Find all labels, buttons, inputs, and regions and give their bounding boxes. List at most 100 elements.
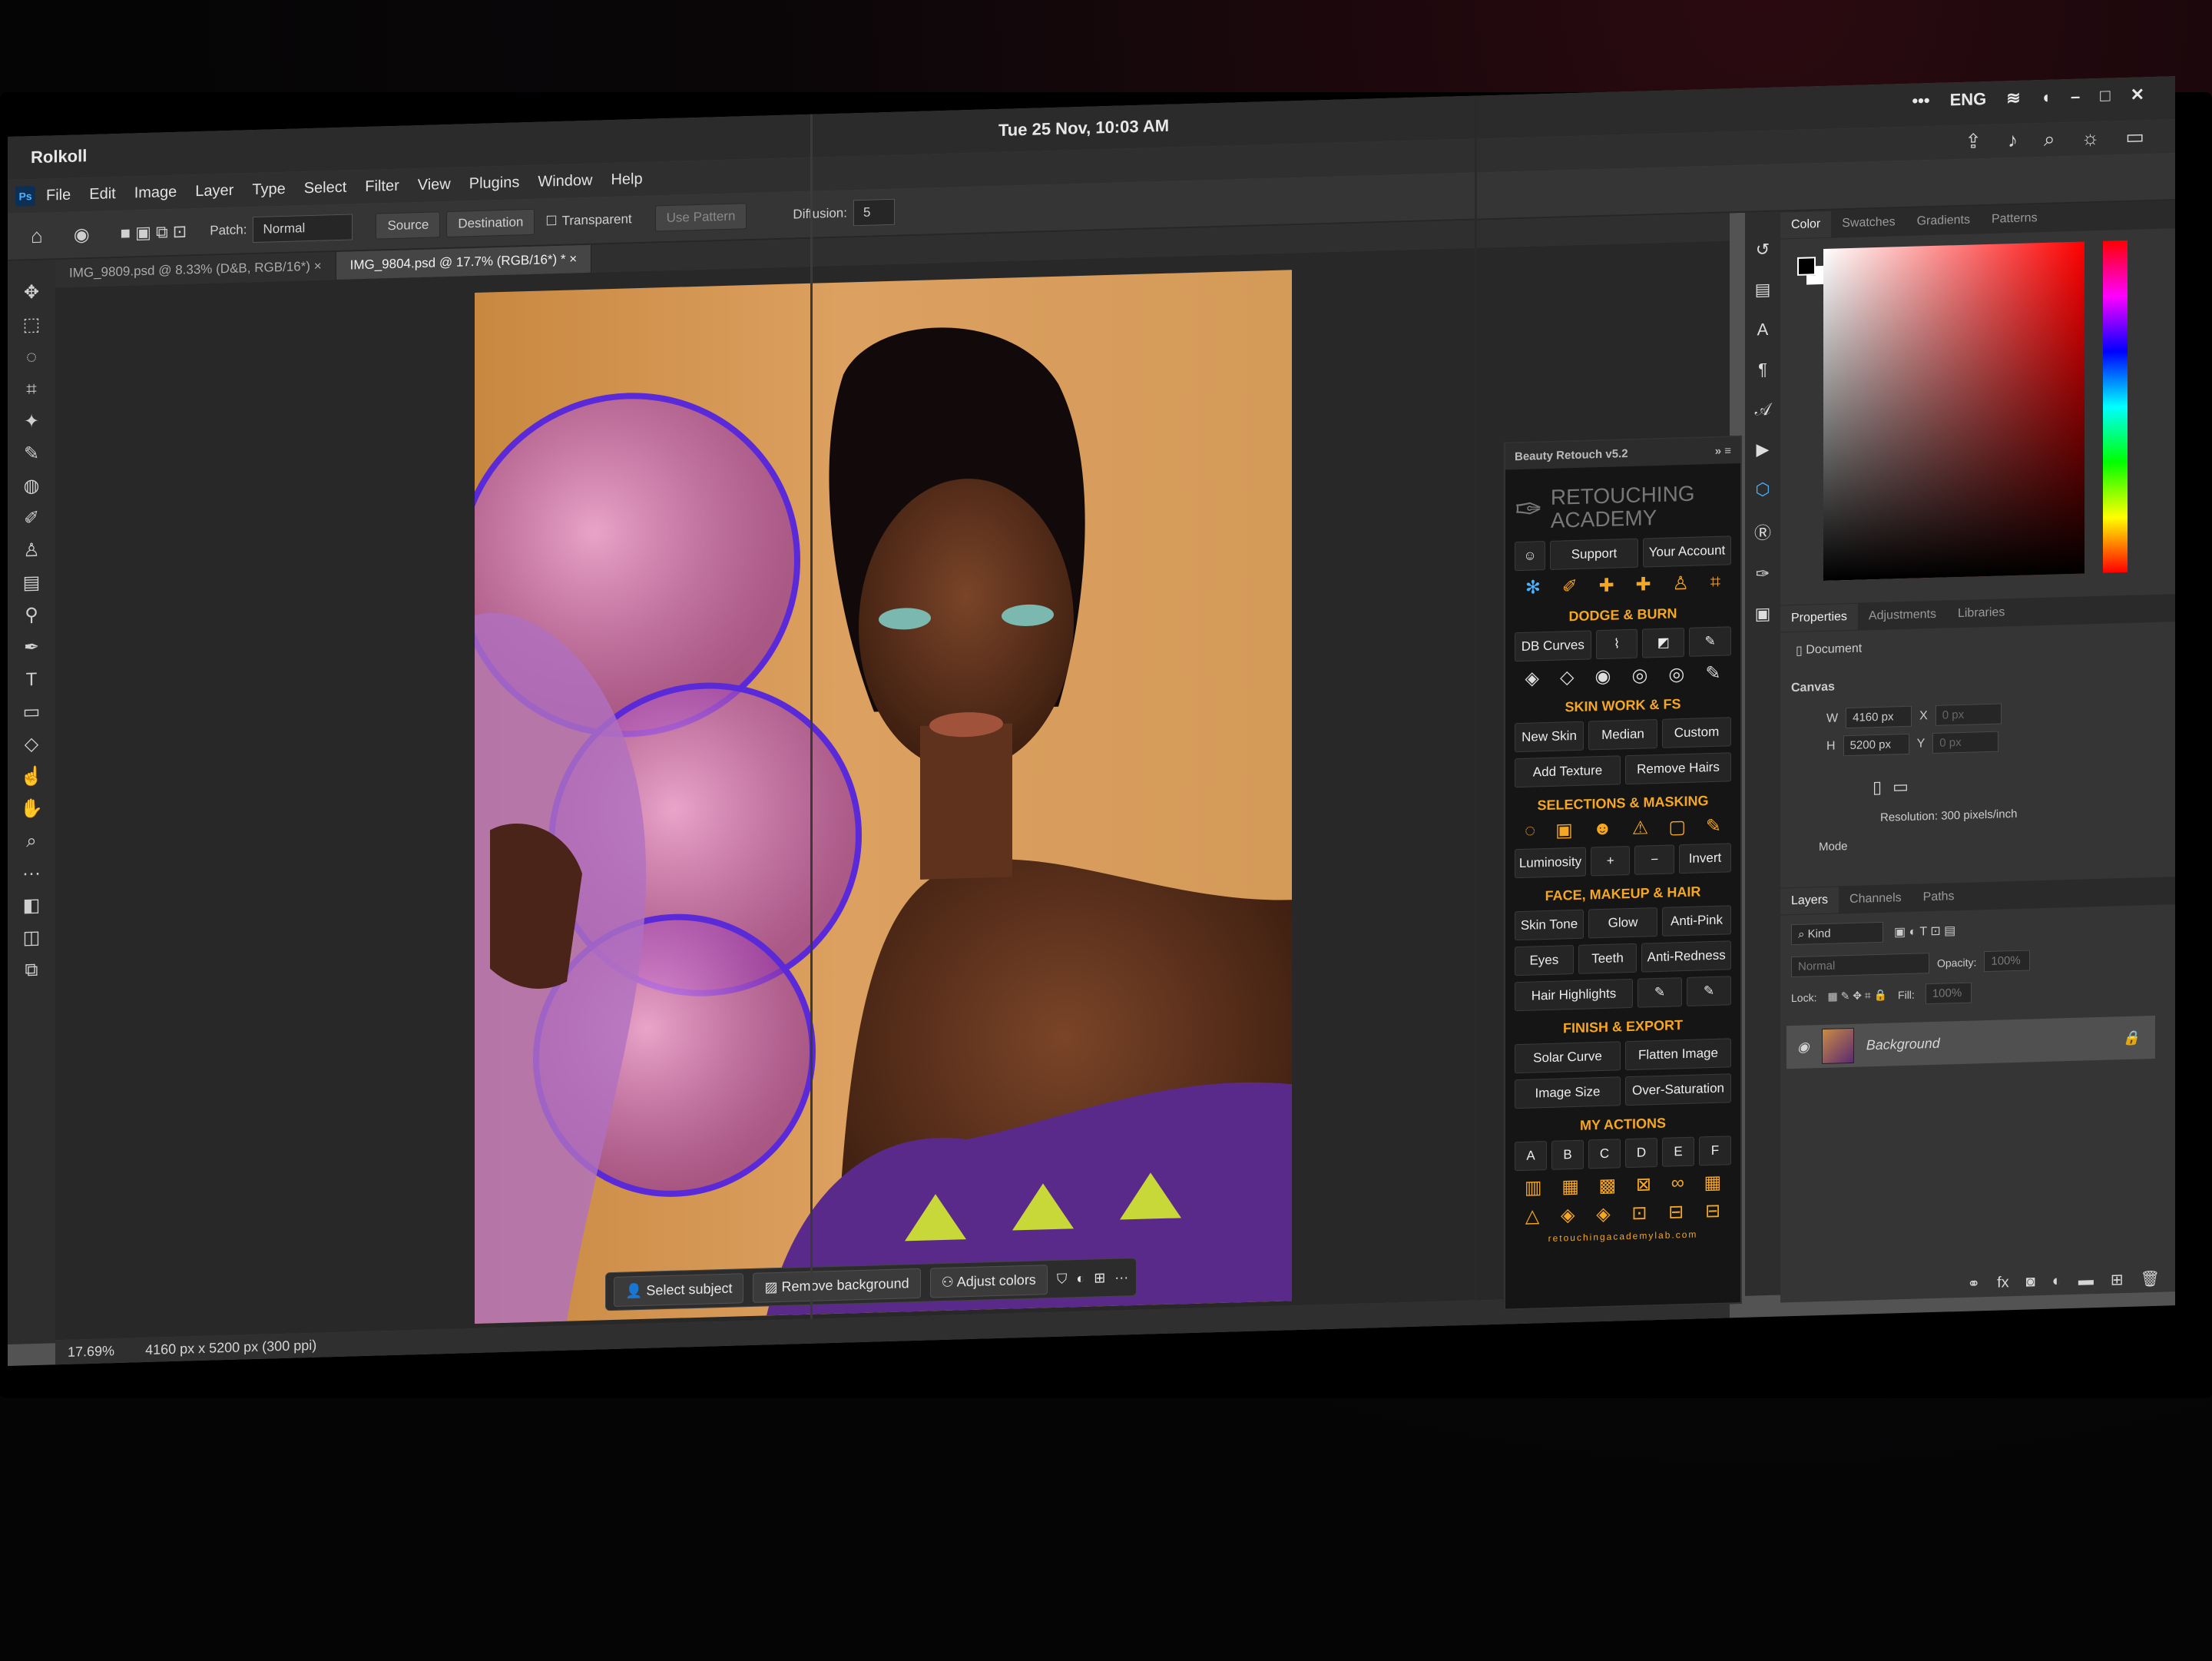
feather-icon[interactable]: ✑ (1756, 564, 1770, 585)
lasso-tool-icon[interactable]: ◌ (18, 346, 45, 369)
menu-filter[interactable]: Filter (365, 177, 399, 195)
tab-properties[interactable]: Properties (1780, 603, 1858, 632)
tab-gradients[interactable]: Gradients (1906, 207, 1981, 235)
maximize-icon[interactable]: □ (2100, 86, 2110, 106)
grid-icon[interactable]: ▦ (1561, 1175, 1579, 1199)
close-icon[interactable]: × (314, 259, 322, 274)
zoom-tool-icon[interactable]: ⌕ (18, 830, 45, 853)
language-indicator[interactable]: ENG (1950, 89, 1987, 110)
folder-icon[interactable]: ▬ (2078, 1271, 2094, 1290)
median-button[interactable]: Median (1588, 719, 1657, 751)
fx-icon[interactable]: fx (1997, 1274, 2009, 1291)
subtract-selection-button[interactable]: − (1634, 844, 1674, 875)
landscape-orientation-icon[interactable]: ▭ (1892, 777, 1909, 797)
custom-button[interactable]: Custom (1662, 717, 1731, 748)
glow-button[interactable]: Glow (1588, 907, 1657, 939)
screen-mode-icon[interactable]: ⧉ (18, 960, 45, 982)
hair-highlights-button[interactable]: Hair Highlights (1515, 978, 1633, 1012)
layers-icon[interactable]: ◈ (1525, 667, 1539, 690)
add-selection-button[interactable]: + (1590, 845, 1631, 877)
menu-image[interactable]: Image (134, 183, 177, 202)
menu-file[interactable]: File (46, 186, 71, 204)
layers-icon[interactable]: ◈ (1596, 1203, 1610, 1226)
menu-plugins[interactable]: Plugins (469, 174, 520, 193)
frame-icon[interactable]: ▢ (1668, 816, 1686, 839)
brush-icon[interactable]: ✎ (1637, 977, 1682, 1008)
face-select-icon[interactable]: ☻ (1593, 818, 1612, 841)
account-button[interactable]: Your Account (1643, 535, 1731, 568)
discover-icon[interactable]: ☼ (2081, 126, 2100, 151)
layer-icon[interactable]: ◩ (1642, 628, 1685, 658)
tab-color[interactable]: Color (1780, 211, 1832, 239)
width-field[interactable]: 4160 px (1846, 705, 1912, 729)
eraser-tool-icon[interactable]: ◇ (18, 734, 45, 756)
y-field[interactable]: 0 px (1932, 731, 1999, 754)
pencil-icon[interactable]: ✎ (1706, 815, 1721, 838)
height-field[interactable]: 5200 px (1843, 733, 1909, 757)
brush-icon[interactable]: ✎ (1705, 662, 1720, 685)
blend-mode-select[interactable]: Normal (1791, 953, 1929, 978)
panel-menu-icon[interactable]: » ≡ (1715, 444, 1731, 458)
grid-icon[interactable]: ▦ (1704, 1172, 1721, 1195)
brush-icon[interactable]: ✐ (1562, 575, 1578, 598)
type-tool-icon[interactable]: T (18, 669, 45, 691)
brush-icon[interactable]: ✎ (1689, 626, 1731, 657)
contrast-icon[interactable]: ◐ (1076, 1270, 1084, 1286)
save-web-icon[interactable]: ⊟ (1668, 1201, 1684, 1224)
stamp-tool-icon[interactable]: ♙ (18, 540, 45, 562)
close-icon[interactable]: × (569, 251, 577, 266)
luminosity-button[interactable]: Luminosity (1515, 847, 1586, 879)
magic-wand-icon[interactable]: ✦ (18, 411, 45, 433)
brush-icon[interactable]: ✎ (1687, 976, 1731, 1006)
flatten-image-button[interactable]: Flatten Image (1625, 1038, 1731, 1071)
eye-icon[interactable]: ◉ (1594, 665, 1611, 688)
zoom-level[interactable]: 17.69% (68, 1343, 114, 1361)
triangle-icon[interactable]: △ (1525, 1205, 1539, 1228)
more-tools-icon[interactable]: ··· (18, 863, 45, 885)
new-layer-icon[interactable]: ⊞ (2111, 1270, 2124, 1289)
use-pattern-button[interactable]: Use Pattern (654, 203, 747, 232)
tab-paths[interactable]: Paths (1912, 884, 1965, 911)
heal-icon[interactable]: ✚ (1635, 573, 1651, 596)
dodge-tool-icon[interactable]: ⚲ (18, 605, 45, 627)
character-icon[interactable]: A (1757, 320, 1769, 340)
brush-tool-icon[interactable]: ✐ (18, 508, 45, 530)
stamp-icon[interactable]: ♙ (1672, 572, 1689, 595)
anti-redness-button[interactable]: Anti-Redness (1641, 940, 1732, 973)
binoculars-icon[interactable]: ∞ (1671, 1172, 1684, 1195)
play-icon[interactable]: ▶ (1757, 439, 1770, 459)
teeth-button[interactable]: Teeth (1578, 943, 1637, 974)
share-icon[interactable]: ⇪ (1965, 129, 1982, 154)
image-size-button[interactable]: Image Size (1515, 1076, 1621, 1109)
action-c-button[interactable]: C (1588, 1139, 1621, 1169)
history-icon[interactable]: ↺ (1756, 240, 1770, 260)
visibility-eye-icon[interactable]: ◉ (1797, 1039, 1810, 1055)
db-curves-button[interactable]: DB Curves (1515, 630, 1591, 662)
box-icon[interactable]: ⊠ (1636, 1173, 1651, 1196)
workspace-icon[interactable]: ▭ (2125, 124, 2144, 150)
menu-edit[interactable]: Edit (89, 185, 115, 204)
color-swatches-icon[interactable]: ◧ (18, 895, 45, 917)
eye-icon[interactable]: ◎ (1668, 663, 1684, 686)
tab-adjustments[interactable]: Adjustments (1858, 601, 1947, 629)
bandage-icon[interactable]: ✚ (1599, 575, 1614, 598)
remove-hairs-button[interactable]: Remove Hairs (1625, 752, 1731, 785)
adjustment-layer-icon[interactable]: ◐ (2052, 1272, 2061, 1290)
action-b-button[interactable]: B (1551, 1139, 1584, 1170)
document-info[interactable]: 4160 px x 5200 px (300 ppi) (145, 1337, 316, 1358)
action-d-button[interactable]: D (1625, 1138, 1657, 1169)
patch-select[interactable]: Normal (253, 214, 353, 244)
move-tool-icon[interactable]: ✥ (18, 282, 45, 304)
subject-icon[interactable]: ▣ (1555, 819, 1573, 842)
link-icon[interactable]: ⚭ (1967, 1274, 1980, 1293)
diffusion-select[interactable]: 5 (853, 198, 895, 227)
eyes-button[interactable]: Eyes (1515, 945, 1574, 976)
warning-icon[interactable]: ⚠ (1632, 817, 1649, 840)
mask-icon[interactable]: ◙ (2026, 1273, 2035, 1291)
support-button[interactable]: Support (1550, 538, 1638, 570)
mask-icon[interactable]: ⛉ (1057, 1271, 1068, 1287)
opacity-field[interactable]: 100% (1984, 950, 2031, 973)
menu-view[interactable]: View (418, 175, 451, 194)
crop-tool-icon[interactable]: ⌗ (18, 379, 45, 401)
minimize-icon[interactable]: – (2071, 87, 2080, 107)
